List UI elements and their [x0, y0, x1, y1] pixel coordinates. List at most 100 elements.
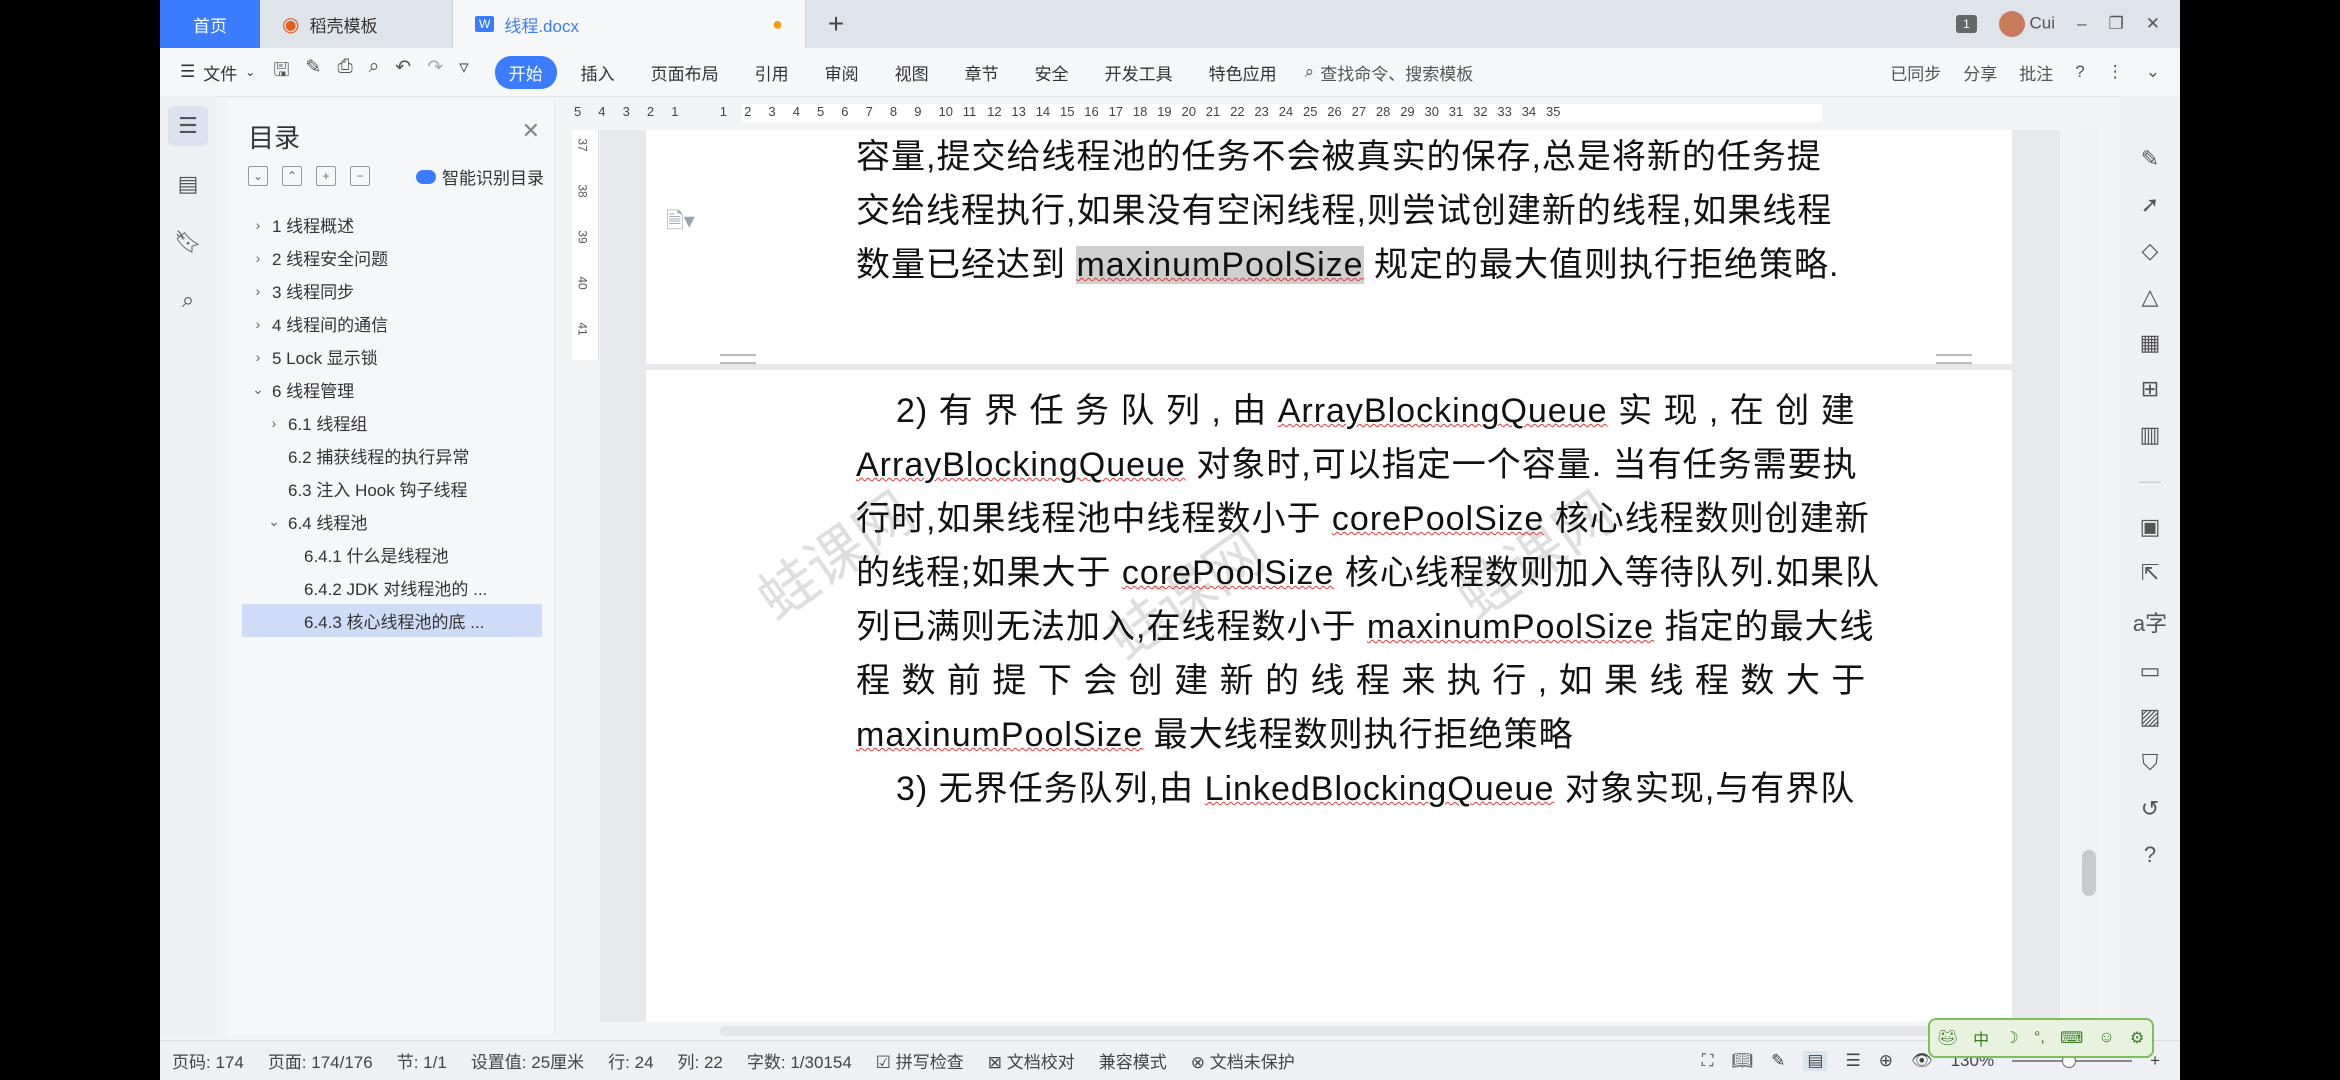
ribbon-tab-references[interactable]: 引用: [737, 60, 807, 85]
keyboard-icon[interactable]: ⌨: [2060, 1028, 2083, 1048]
ribbon-tab-section[interactable]: 章节: [947, 60, 1017, 85]
toc-item[interactable]: ⌄ 6.4 线程池: [242, 505, 542, 538]
toc-item[interactable]: › 1 线程概述: [242, 208, 542, 241]
tab-template[interactable]: ◉ 稻壳模板: [260, 0, 453, 48]
file-menu[interactable]: ☰ 文件 ⌄: [160, 60, 273, 85]
translate-icon[interactable]: a字: [2133, 606, 2167, 638]
minimize-button[interactable]: –: [2077, 14, 2086, 34]
fullscreen-icon[interactable]: ⛶: [1702, 1051, 1714, 1071]
paragraph-line[interactable]: 程 数 前 提 下 会 创 建 新 的 线 程 来 执 行 , 如 果 线 程 …: [856, 654, 1870, 708]
chevron-right-icon[interactable]: ›: [250, 217, 266, 233]
toc-item[interactable]: 6.2 捕获线程的执行异常: [242, 439, 542, 472]
chevron-right-icon[interactable]: ›: [250, 349, 266, 365]
restore-button[interactable]: ❐: [2109, 14, 2124, 34]
close-icon[interactable]: ✕: [522, 118, 540, 144]
ribbon-tab-features[interactable]: 特色应用: [1191, 60, 1295, 85]
selected-text[interactable]: maxinumPoolSize: [1076, 246, 1364, 284]
punct-icon[interactable]: °,: [2034, 1029, 2045, 1047]
print-icon[interactable]: ⎙: [337, 56, 352, 88]
read-mode-icon[interactable]: 📖︎: [1732, 1051, 1754, 1071]
zoom-slider[interactable]: [2012, 1053, 2133, 1068]
gallery-icon[interactable]: ▣: [2140, 514, 2161, 540]
toc-item[interactable]: ⌄ 6 线程管理: [242, 373, 542, 406]
chevron-right-icon[interactable]: ›: [266, 415, 282, 431]
ime-toolbar[interactable]: 🐸︎ 中 ☽ °, ⌨ ☺ ⚙: [1928, 1018, 2154, 1058]
document-canvas[interactable]: 容量,提交给线程池的任务不会被真实的保存,总是将新的任务提 交给线程执行,如果没…: [600, 130, 2060, 1022]
ribbon-tab-security[interactable]: 安全: [1017, 60, 1087, 85]
grid-icon[interactable]: ⊞: [2141, 376, 2159, 402]
redo-icon[interactable]: ↷: [427, 56, 443, 88]
ribbon-tab-view[interactable]: 视图: [877, 60, 947, 85]
collapse-ribbon-icon[interactable]: ⌄: [2146, 62, 2160, 82]
ribbon-tab-insert[interactable]: 插入: [563, 60, 633, 85]
toc-item[interactable]: › 5 Lock 显示锁: [242, 340, 542, 373]
share-button[interactable]: 分享: [1963, 60, 1997, 85]
select-icon[interactable]: ➚: [2141, 192, 2159, 218]
toc-item-selected[interactable]: 6.4.3 核心线程池的底 ...: [242, 604, 542, 637]
protect-icon[interactable]: ⛉: [2142, 750, 2159, 776]
status-page-number[interactable]: 页码: 174: [172, 1048, 244, 1073]
table-icon[interactable]: ▦: [2140, 330, 2161, 356]
user-icon[interactable]: ☺: [2098, 1029, 2114, 1047]
command-search[interactable]: ⌕ 查找命令、搜索模板: [1295, 60, 1474, 85]
comment-button[interactable]: 批注: [2019, 60, 2053, 85]
edit-icon[interactable]: ✎: [2141, 146, 2159, 172]
status-pages[interactable]: 页面: 174/176: [268, 1048, 373, 1073]
archive-icon[interactable]: ▭: [2140, 658, 2161, 684]
chevron-right-icon[interactable]: ›: [250, 250, 266, 266]
paragraph-line[interactable]: 的线程;如果大于 corePoolSize 核心线程数则加入等待队列.如果队: [856, 546, 1879, 600]
ribbon-tab-developer[interactable]: 开发工具: [1087, 60, 1191, 85]
sync-status[interactable]: 已同步: [1890, 60, 1941, 85]
window-count-badge[interactable]: 1: [1956, 15, 1977, 33]
tab-document[interactable]: W 线程.docx ●: [453, 0, 806, 48]
print-preview-icon[interactable]: ⌕: [369, 56, 380, 88]
horizontal-scrollbar[interactable]: [720, 1026, 2020, 1036]
smart-toc-button[interactable]: 智能识别目录: [416, 164, 544, 189]
collapse-all-icon[interactable]: ⌄: [248, 166, 268, 186]
toc-item[interactable]: 6.3 注入 Hook 钩子线程: [242, 472, 542, 505]
undo-icon[interactable]: ↶: [395, 56, 411, 88]
add-heading-icon[interactable]: +: [316, 166, 336, 186]
paragraph-line[interactable]: 列已满则无法加入,在线程数小于 maxinumPoolSize 指定的最大线: [856, 600, 1873, 654]
toc-item[interactable]: › 3 线程同步: [242, 274, 542, 307]
style-icon[interactable]: △: [2142, 284, 2159, 310]
settings-icon[interactable]: ⚙: [2130, 1028, 2144, 1048]
paragraph-line[interactable]: ArrayBlockingQueue 对象时,可以指定一个容量. 当有任务需要执: [856, 438, 1870, 492]
paragraph-line[interactable]: maxinumPoolSize 最大线程数则执行拒绝策略: [856, 708, 1870, 762]
toc-item[interactable]: › 6.1 线程组: [242, 406, 542, 439]
expand-all-icon[interactable]: ⌃: [282, 166, 302, 186]
chart-icon[interactable]: ▥: [2140, 422, 2161, 448]
ribbon-tab-layout[interactable]: 页面布局: [633, 60, 737, 85]
toc-nav-icon[interactable]: ☰: [168, 106, 208, 146]
help-icon[interactable]: ?: [2075, 62, 2084, 82]
paragraph-line[interactable]: 行时,如果线程池中线程数小于 corePoolSize 核心线程数则创建新: [856, 492, 1870, 546]
more-options-icon[interactable]: ⋮: [2107, 62, 2124, 82]
tab-home[interactable]: 首页: [160, 0, 260, 48]
ime-lang[interactable]: 中: [1973, 1026, 1989, 1050]
page-view-icon[interactable]: ▤: [1803, 1050, 1828, 1071]
more-icon[interactable]: ▿: [459, 56, 469, 88]
close-window-button[interactable]: ✕: [2146, 14, 2160, 34]
remove-heading-icon[interactable]: −: [350, 166, 370, 186]
paragraph-options-icon[interactable]: 🗎︎▾: [666, 204, 695, 242]
web-view-icon[interactable]: ⊕: [1879, 1051, 1893, 1071]
chevron-right-icon[interactable]: ›: [250, 283, 266, 299]
chapter-nav-icon[interactable]: ▤: [168, 164, 208, 204]
document-page[interactable]: 容量,提交给线程池的任务不会被真实的保存,总是将新的任务提 交给线程执行,如果没…: [646, 130, 2012, 364]
export-icon[interactable]: ⇱: [2141, 560, 2159, 586]
image-icon[interactable]: ▨: [2140, 704, 2161, 730]
shapes-icon[interactable]: ◇: [2142, 238, 2159, 264]
protect-status[interactable]: ⊗ 文档未保护: [1191, 1048, 1295, 1073]
outline-view-icon[interactable]: ☰: [1845, 1051, 1860, 1071]
ribbon-tab-review[interactable]: 审阅: [807, 60, 877, 85]
scrollbar-thumb[interactable]: [2082, 850, 2096, 896]
ribbon-tab-home[interactable]: 开始: [494, 55, 557, 89]
find-icon[interactable]: ⌕: [168, 280, 208, 320]
paragraph-line[interactable]: 数量已经达到 maxinumPoolSize 规定的最大值则执行拒绝策略.: [856, 238, 1870, 292]
chevron-down-icon[interactable]: ⌄: [250, 381, 266, 398]
vertical-scrollbar[interactable]: [2080, 130, 2098, 1020]
proofread-button[interactable]: ⊠ 文档校对: [988, 1048, 1075, 1073]
paragraph-line[interactable]: 2) 有 界 任 务 队 列 , 由 ArrayBlockingQueue 实 …: [896, 384, 1870, 438]
toc-item[interactable]: › 2 线程安全问题: [242, 241, 542, 274]
status-setting[interactable]: 设置值: 25厘米: [471, 1048, 584, 1073]
